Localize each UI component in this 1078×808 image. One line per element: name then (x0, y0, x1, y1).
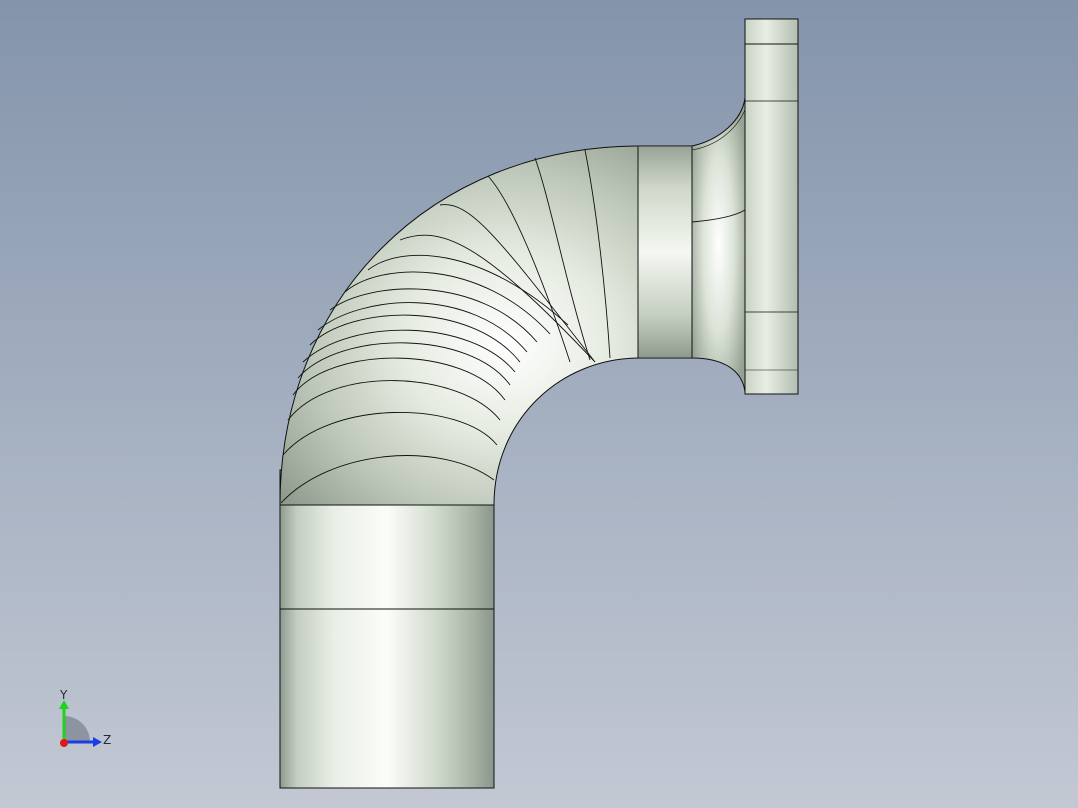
vertical-pipe-segment[interactable] (279, 469, 495, 789)
horizontal-pipe-segment[interactable] (637, 145, 693, 359)
z-axis-arrowhead (93, 737, 102, 747)
flange-neck[interactable] (691, 97, 746, 393)
pipe-elbow-model[interactable] (0, 0, 1078, 808)
orientation-triad: Y Z (59, 688, 111, 747)
y-axis-label: Y (59, 688, 68, 702)
graphics-viewport[interactable]: Y Z (0, 0, 1078, 808)
triad-shadow-arc (64, 716, 90, 742)
flange-plate[interactable] (744, 18, 799, 395)
x-axis-dot (60, 739, 68, 747)
z-axis-label: Z (103, 733, 111, 747)
